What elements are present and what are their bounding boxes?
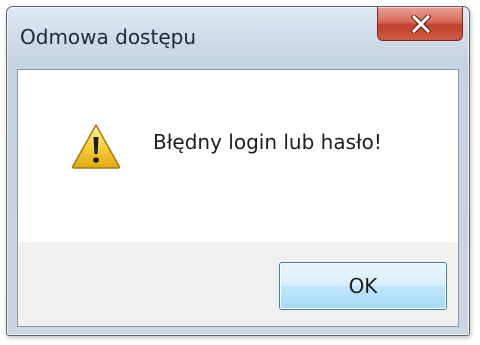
message-panel: Błędny login lub hasło! bbox=[18, 70, 458, 242]
error-message: Błędny login lub hasło! bbox=[153, 130, 382, 154]
window-title: Odmowa dostępu bbox=[20, 25, 196, 49]
dialog-client-area: Błędny login lub hasło! OK bbox=[17, 69, 459, 327]
close-button[interactable] bbox=[377, 7, 463, 41]
close-x-icon bbox=[411, 15, 431, 33]
warning-icon bbox=[71, 124, 121, 169]
title-bar[interactable]: Odmowa dostępu bbox=[7, 7, 469, 69]
ok-button[interactable]: OK bbox=[279, 262, 447, 310]
dialog-window: Odmowa dostępu Błędny login lub hasło! O… bbox=[6, 6, 470, 336]
